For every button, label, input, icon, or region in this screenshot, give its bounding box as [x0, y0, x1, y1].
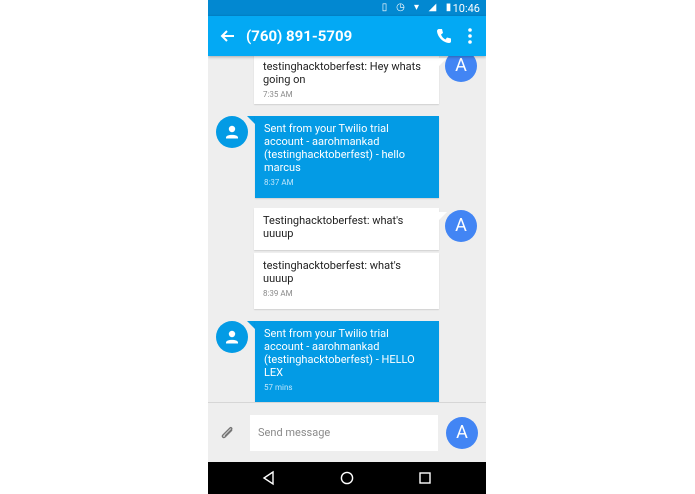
wifi-icon: ▾ [413, 2, 420, 13]
phone-icon[interactable] [434, 26, 454, 46]
status-bar: ▯ ◷ ▾ ◢ ▮ 10:46 [208, 0, 486, 16]
message-time: 57 mins [264, 383, 293, 392]
conversation[interactable]: testinghacktoberfest: Hey whats going on… [208, 56, 486, 402]
attach-icon[interactable] [220, 425, 236, 439]
signal-icon: ◢ [428, 2, 437, 13]
message-time: 8:39 AM [263, 289, 293, 298]
message-bubble-incoming[interactable]: testinghacktoberfest: what's uuuup 8:39 … [254, 253, 439, 309]
message-input[interactable]: Send message [250, 415, 438, 451]
message-text: Sent from your Twilio trial account - aa… [264, 327, 415, 379]
vibrate-icon: ▯ [381, 2, 388, 13]
back-arrow-icon[interactable] [218, 26, 238, 46]
message-bubble-outgoing[interactable]: Sent from your Twilio trial account - aa… [255, 116, 439, 198]
nav-recents-icon[interactable] [417, 470, 433, 486]
message-text: Testinghacktoberfest: what's uuuup [263, 214, 404, 240]
app-bar: (760) 891-5709 [208, 16, 486, 56]
my-avatar[interactable] [216, 116, 248, 148]
message-text: testinghacktoberfest: Hey whats going on [263, 60, 421, 86]
message-text: testinghacktoberfest: what's uuuup [263, 259, 401, 285]
contact-avatar[interactable]: A [445, 210, 477, 242]
more-vert-icon[interactable] [462, 26, 478, 46]
message-time: 7:35 AM [263, 90, 293, 99]
navigation-bar [208, 462, 486, 494]
phone-screen: ▯ ◷ ▾ ◢ ▮ 10:46 (760) 891-5709 testingha… [208, 0, 486, 494]
message-bubble-incoming[interactable]: Testinghacktoberfest: what's uuuup [254, 208, 439, 250]
nav-home-icon[interactable] [339, 470, 355, 486]
alarm-icon: ◷ [396, 2, 405, 13]
contact-avatar[interactable]: A [445, 56, 477, 82]
nav-back-icon[interactable] [261, 470, 277, 486]
contact-avatar[interactable]: A [446, 417, 478, 449]
my-avatar[interactable] [216, 321, 248, 353]
message-bubble-incoming[interactable]: testinghacktoberfest: Hey whats going on… [254, 56, 439, 104]
message-bubble-outgoing[interactable]: Sent from your Twilio trial account - aa… [255, 321, 439, 402]
conversation-title: (760) 891-5709 [246, 27, 353, 45]
message-text: Sent from your Twilio trial account - aa… [264, 122, 406, 174]
bubble-tail [247, 321, 255, 329]
person-icon [226, 330, 238, 344]
status-time: 10:46 [452, 2, 480, 15]
message-time: 8:37 AM [264, 178, 294, 187]
composer: Send message A [208, 402, 486, 463]
person-icon [226, 125, 238, 139]
bubble-tail [247, 116, 255, 124]
